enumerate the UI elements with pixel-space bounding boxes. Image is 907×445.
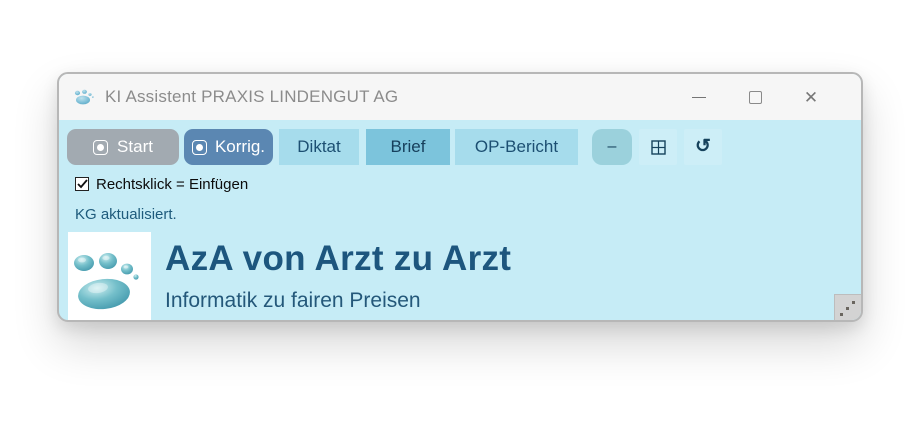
window-controls: ✕ (671, 80, 839, 114)
rightclick-paste-checkbox[interactable] (75, 177, 89, 191)
brand-row: AzA von Arzt zu Arzt Informatik zu faire… (68, 232, 861, 322)
start-button-label: Start (117, 137, 153, 157)
maximize-button[interactable] (727, 80, 783, 114)
op-bericht-button-label: OP-Bericht (475, 137, 558, 157)
brand-text: AzA von Arzt zu Arzt Informatik zu faire… (165, 232, 511, 322)
op-bericht-button[interactable]: OP-Bericht (455, 129, 578, 165)
collapse-button[interactable]: – (592, 129, 632, 165)
korrig-button-label: Korrig. (215, 137, 265, 157)
minimize-button[interactable] (671, 80, 727, 114)
window-title: KI Assistent PRAXIS LINDENGUT AG (105, 87, 671, 107)
grip-dot (852, 301, 855, 304)
diktat-button[interactable]: Diktat (279, 129, 359, 165)
refresh-icon: ↺ (695, 137, 711, 156)
minimize-icon (692, 97, 706, 98)
brand-subtitle: Informatik zu fairen Preisen (165, 289, 511, 313)
close-button[interactable]: ✕ (783, 80, 839, 114)
brand-logo (68, 232, 151, 322)
app-logo-icon (71, 87, 97, 107)
record-icon (93, 140, 108, 155)
start-button[interactable]: Start (67, 129, 179, 165)
grip-dot (846, 307, 849, 310)
collapse-dash-icon: – (608, 138, 617, 156)
grip-dot (840, 313, 843, 316)
refresh-button[interactable]: ↺ (684, 129, 722, 165)
rightclick-paste-label: Rechtsklick = Einfügen (96, 176, 248, 193)
rightclick-paste-option[interactable]: Rechtsklick = Einfügen (75, 175, 861, 193)
toolbar: Start Korrig. Diktat Brief OP-Bericht – … (67, 129, 853, 165)
resize-grip[interactable] (834, 294, 861, 320)
record-icon (192, 140, 207, 155)
grid-icon (651, 140, 666, 155)
titlebar[interactable]: KI Assistent PRAXIS LINDENGUT AG ✕ (59, 74, 861, 120)
checkmark-icon (77, 179, 88, 189)
korrig-button[interactable]: Korrig. (184, 129, 273, 165)
brand-title: AzA von Arzt zu Arzt (165, 238, 511, 280)
app-window: KI Assistent PRAXIS LINDENGUT AG ✕ Start… (57, 72, 863, 322)
status-message: KG aktualisiert. (75, 206, 177, 223)
grid-button[interactable] (639, 129, 677, 165)
status-row: KG aktualisiert. (75, 206, 861, 224)
close-icon: ✕ (804, 89, 818, 106)
water-drops-logo-icon (68, 232, 151, 322)
brief-button[interactable]: Brief (366, 129, 450, 165)
diktat-button-label: Diktat (297, 137, 340, 157)
maximize-icon (749, 91, 762, 104)
brief-button-label: Brief (391, 137, 426, 157)
